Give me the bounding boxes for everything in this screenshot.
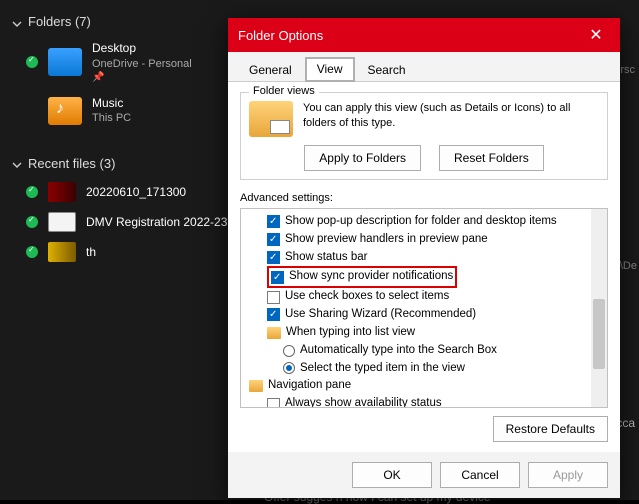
- adv-text: When typing into list view: [286, 324, 415, 342]
- apply-to-folders-button[interactable]: Apply to Folders: [304, 145, 421, 171]
- adv-text: Show pop-up description for folder and d…: [285, 213, 557, 231]
- chevron-down-icon: [12, 17, 22, 27]
- folder-meta: Desktop OneDrive - Personal 📌: [92, 41, 192, 84]
- folder-name: Music: [92, 96, 131, 112]
- radio-icon[interactable]: [283, 345, 295, 357]
- folder-icon: [267, 327, 281, 339]
- adv-item-sync[interactable]: Show sync provider notifications: [249, 266, 605, 288]
- sync-ok-icon: [26, 56, 38, 68]
- recent-label: Recent files (3): [28, 156, 115, 171]
- checkbox-icon[interactable]: [267, 291, 280, 304]
- checkbox-icon[interactable]: [267, 215, 280, 228]
- adv-item[interactable]: Show preview handlers in preview pane: [249, 231, 605, 249]
- adv-text: Show preview handlers in preview pane: [285, 231, 488, 249]
- checkbox-icon[interactable]: [267, 308, 280, 321]
- adv-item[interactable]: Always show availability status: [249, 395, 605, 408]
- adv-group-typing[interactable]: When typing into list view: [249, 324, 605, 342]
- adv-item[interactable]: Use Sharing Wizard (Recommended): [249, 306, 605, 324]
- folder-options-dialog: Folder Options ✕ General View Search Fol…: [228, 18, 620, 498]
- radio-icon[interactable]: [283, 362, 295, 374]
- dialog-title: Folder Options: [238, 28, 323, 43]
- scroll-thumb[interactable]: [593, 299, 605, 369]
- folder-sub: This PC: [92, 111, 131, 125]
- sync-ok-icon: [26, 246, 38, 258]
- tabs-row: General View Search: [228, 52, 620, 82]
- adv-radio[interactable]: Automatically type into the Search Box: [249, 342, 605, 360]
- adv-text: Show status bar: [285, 249, 367, 267]
- pin-icon: 📌: [92, 71, 192, 84]
- advanced-settings-list[interactable]: Show pop-up description for folder and d…: [240, 208, 608, 408]
- advanced-tree: Show pop-up description for folder and d…: [243, 213, 605, 408]
- checkbox-icon[interactable]: [267, 233, 280, 246]
- adv-text: Show sync provider notifications: [289, 268, 453, 286]
- adv-radio[interactable]: Select the typed item in the view: [249, 360, 605, 378]
- folder-meta: Music This PC: [92, 96, 131, 126]
- recent-name: th: [86, 245, 96, 259]
- checkbox-icon[interactable]: [271, 271, 284, 284]
- adv-item[interactable]: Show status bar: [249, 249, 605, 267]
- folder-icon: [48, 97, 82, 125]
- recent-name: DMV Registration 2022-23: [86, 215, 227, 229]
- folder-icon: [249, 380, 263, 392]
- adv-text: Navigation pane: [268, 377, 351, 395]
- ok-button[interactable]: OK: [352, 462, 432, 488]
- adv-text: Use Sharing Wizard (Recommended): [285, 306, 476, 324]
- close-icon[interactable]: ✕: [582, 25, 610, 45]
- tab-search[interactable]: Search: [355, 57, 419, 82]
- apply-button[interactable]: Apply: [528, 462, 608, 488]
- folder-views-icon: [249, 101, 293, 137]
- adv-text: Always show availability status: [285, 395, 442, 408]
- file-thumbnail: [48, 242, 76, 262]
- adv-item[interactable]: Use check boxes to select items: [249, 288, 605, 306]
- adv-text: Use check boxes to select items: [285, 288, 449, 306]
- dialog-buttons: OK Cancel Apply: [228, 452, 620, 498]
- checkbox-icon[interactable]: [267, 251, 280, 264]
- group-label: Folder views: [249, 85, 319, 97]
- sync-ok-icon: [26, 216, 38, 228]
- adv-item[interactable]: Show pop-up description for folder and d…: [249, 213, 605, 231]
- advanced-label: Advanced settings:: [240, 192, 608, 204]
- tab-general[interactable]: General: [236, 57, 305, 82]
- folder-sub: OneDrive - Personal: [92, 57, 192, 71]
- scrollbar[interactable]: [591, 209, 607, 407]
- sync-ok-icon: [26, 186, 38, 198]
- folder-icon: [48, 48, 82, 76]
- dialog-titlebar[interactable]: Folder Options ✕: [228, 18, 620, 52]
- chevron-down-icon: [12, 158, 22, 168]
- file-thumbnail: [48, 182, 76, 202]
- folder-name: Desktop: [92, 41, 192, 57]
- file-thumbnail: [48, 212, 76, 232]
- checkbox-icon[interactable]: [267, 398, 280, 408]
- tab-view[interactable]: View: [305, 57, 355, 82]
- adv-text: Automatically type into the Search Box: [300, 342, 497, 360]
- reset-folders-button[interactable]: Reset Folders: [439, 145, 544, 171]
- folders-label: Folders (7): [28, 14, 91, 29]
- adv-text: Select the typed item in the view: [300, 360, 465, 378]
- folder-views-group: Folder views You can apply this view (su…: [240, 92, 608, 180]
- folder-views-text: You can apply this view (such as Details…: [303, 101, 599, 137]
- restore-defaults-button[interactable]: Restore Defaults: [493, 416, 608, 442]
- adv-group-nav[interactable]: Navigation pane: [249, 377, 605, 395]
- recent-name: 20220610_171300: [86, 185, 186, 199]
- dialog-body: Folder views You can apply this view (su…: [228, 82, 620, 452]
- cancel-button[interactable]: Cancel: [440, 462, 520, 488]
